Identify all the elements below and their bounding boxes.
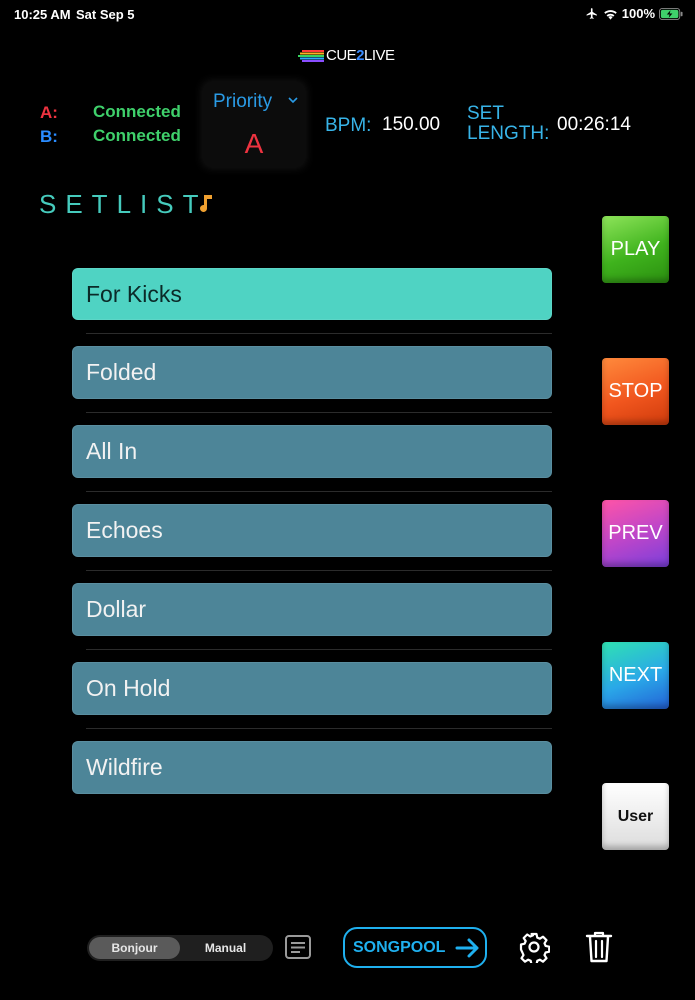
row-divider bbox=[86, 491, 552, 492]
bpm-label: BPM: bbox=[325, 115, 372, 136]
battery-percent: 100% bbox=[621, 6, 655, 21]
app-logo: CUE2LIVE bbox=[298, 47, 395, 64]
row-divider bbox=[86, 728, 552, 729]
device-a-label: A: bbox=[40, 103, 58, 122]
play-button[interactable]: PLAY bbox=[602, 216, 669, 283]
status-bar: 10:25 AM Sat Sep 5 100% bbox=[0, 0, 695, 28]
next-button[interactable]: NEXT bbox=[602, 642, 669, 709]
status-time: 10:25 AM bbox=[14, 7, 71, 22]
device-b-label: B: bbox=[40, 127, 58, 146]
airplane-icon bbox=[586, 8, 597, 19]
device-a-status: Connected bbox=[93, 102, 181, 121]
songpool-label: SONGPOOL bbox=[353, 938, 446, 956]
wifi-icon bbox=[604, 9, 617, 20]
segment-bonjour[interactable]: Bonjour bbox=[89, 937, 180, 959]
row-divider bbox=[86, 649, 552, 650]
gear-icon[interactable] bbox=[518, 931, 550, 963]
logo-text: CUE2LIVE bbox=[326, 47, 395, 64]
setlist-item[interactable]: Folded bbox=[72, 346, 552, 413]
setlist-item[interactable]: On Hold bbox=[72, 662, 552, 729]
setlist-item-selected[interactable]: For Kicks bbox=[72, 268, 552, 334]
setlist-title: SETLIST bbox=[39, 189, 208, 219]
priority-value: A bbox=[244, 128, 264, 159]
status-indicators: 100% bbox=[585, 6, 683, 21]
segment-manual[interactable]: Manual bbox=[180, 937, 271, 959]
device-b-status: Connected bbox=[93, 126, 181, 145]
row-divider bbox=[86, 570, 552, 571]
songpool-button[interactable]: SONGPOOL bbox=[343, 927, 487, 968]
user-button[interactable]: User bbox=[602, 783, 669, 850]
battery-charging-icon bbox=[659, 7, 683, 20]
logo-stripes-icon bbox=[298, 49, 324, 62]
trash-icon[interactable] bbox=[585, 930, 613, 964]
setlist: For Kicks Folded All In Echoes Dollar On… bbox=[72, 268, 552, 820]
song-title: Folded bbox=[86, 359, 157, 385]
song-title: Echoes bbox=[86, 517, 163, 543]
stop-button[interactable]: STOP bbox=[602, 358, 669, 425]
notes-icon[interactable] bbox=[285, 935, 311, 959]
chevron-down-icon bbox=[288, 97, 298, 104]
bpm-value: 150.00 bbox=[382, 114, 441, 135]
setlist-item[interactable]: Echoes bbox=[72, 504, 552, 571]
setlist-item[interactable]: Dollar bbox=[72, 583, 552, 650]
song-title: Wildfire bbox=[86, 754, 163, 780]
row-divider bbox=[86, 333, 552, 334]
status-date: Sat Sep 5 bbox=[76, 7, 135, 22]
song-title: Dollar bbox=[86, 596, 147, 622]
connection-mode-segmented-control: Bonjour Manual bbox=[87, 935, 273, 961]
music-note-icon bbox=[200, 195, 212, 213]
setlist-item[interactable]: Wildfire bbox=[72, 741, 552, 794]
arrow-right-icon bbox=[455, 938, 479, 957]
prev-button[interactable]: PREV bbox=[602, 500, 669, 567]
setlist-item[interactable]: All In bbox=[72, 425, 552, 492]
priority-label: Priority bbox=[213, 91, 273, 112]
set-length-value: 00:26:14 bbox=[557, 114, 631, 135]
set-length-label: SET LENGTH: bbox=[467, 103, 550, 144]
priority-selector[interactable]: Priority A bbox=[203, 82, 305, 167]
song-title: All In bbox=[86, 438, 138, 464]
song-title: On Hold bbox=[86, 675, 171, 701]
song-title: For Kicks bbox=[86, 280, 182, 307]
row-divider bbox=[86, 412, 552, 413]
